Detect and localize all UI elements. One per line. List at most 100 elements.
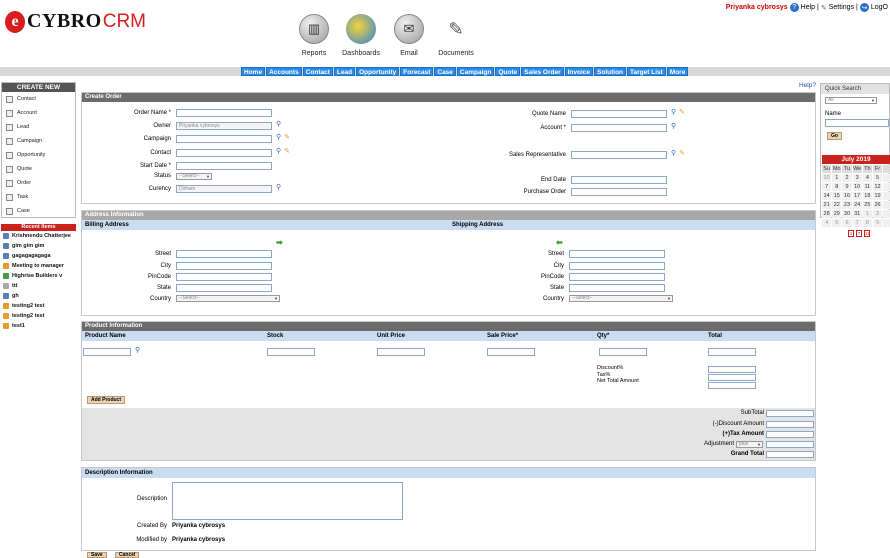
nav-forecast[interactable]: Forecast bbox=[400, 67, 434, 76]
calendar-nav-button[interactable]: 1 bbox=[848, 230, 854, 237]
sale-price-input[interactable] bbox=[487, 348, 535, 356]
stock-input[interactable] bbox=[267, 348, 315, 356]
create-case[interactable]: Case bbox=[2, 204, 75, 218]
calendar-day[interactable]: 12 bbox=[872, 183, 883, 191]
calendar-day[interactable]: 4 bbox=[862, 174, 872, 182]
settings-icon[interactable]: ✎ bbox=[821, 4, 827, 12]
shipping-city-input[interactable] bbox=[569, 262, 665, 270]
billing-country-select[interactable]: --Select-- bbox=[176, 295, 280, 302]
nav-invoice[interactable]: Invoice bbox=[564, 67, 594, 76]
adjustment-input[interactable] bbox=[766, 441, 814, 448]
recent-item[interactable]: test1 bbox=[1, 321, 76, 331]
calendar-day[interactable]: 17 bbox=[852, 192, 862, 200]
calendar-day[interactable]: 16 bbox=[842, 192, 852, 200]
search-icon[interactable]: ⚲ bbox=[671, 150, 678, 157]
nav-case[interactable]: Case bbox=[434, 67, 456, 76]
cancel-button[interactable]: Cancel bbox=[115, 552, 140, 558]
shipping-state-input[interactable] bbox=[569, 284, 665, 292]
sales-rep-input[interactable] bbox=[571, 151, 667, 159]
nav-accounts[interactable]: Accounts bbox=[266, 67, 302, 76]
nav-campaign[interactable]: Campaign bbox=[456, 67, 495, 76]
recent-item[interactable]: gagagagagaga bbox=[1, 251, 76, 261]
calendar-nav-button[interactable]: 7 bbox=[856, 230, 862, 237]
calendar-day[interactable]: 26 bbox=[872, 201, 883, 209]
calendar-day[interactable]: 8 bbox=[832, 183, 842, 191]
calendar-day[interactable]: 5 bbox=[832, 219, 842, 227]
subtotal-input[interactable] bbox=[766, 410, 814, 417]
calendar-day[interactable]: 21 bbox=[822, 201, 832, 209]
grand-total-input[interactable] bbox=[766, 451, 814, 458]
nav-opportunity[interactable]: Opportunity bbox=[356, 67, 400, 76]
start-date-input[interactable] bbox=[176, 162, 272, 170]
nav-more[interactable]: More bbox=[666, 67, 689, 76]
create-order[interactable]: Order bbox=[2, 176, 75, 190]
calendar-day[interactable]: 19 bbox=[872, 192, 883, 200]
help-link[interactable]: Help? bbox=[799, 82, 816, 89]
calendar-day[interactable]: 11 bbox=[862, 183, 872, 191]
calendar-day[interactable] bbox=[883, 219, 890, 227]
billing-pincode-input[interactable] bbox=[176, 273, 272, 281]
product-name-input[interactable] bbox=[83, 348, 131, 356]
create-campaign[interactable]: Campaign bbox=[2, 134, 75, 148]
calendar-day[interactable]: 9 bbox=[872, 219, 883, 227]
nav-solution[interactable]: Solution bbox=[594, 67, 627, 76]
shipping-pincode-input[interactable] bbox=[569, 273, 665, 281]
documents-button[interactable]: ✎ Documents bbox=[428, 14, 484, 58]
billing-street-input[interactable] bbox=[176, 250, 272, 258]
recent-item[interactable]: testing2 test bbox=[1, 311, 76, 321]
calendar-day[interactable]: 29 bbox=[832, 210, 842, 218]
net-total-input[interactable] bbox=[708, 382, 756, 389]
billing-city-input[interactable] bbox=[176, 262, 272, 270]
calendar-day[interactable]: 25 bbox=[862, 201, 872, 209]
nav-quote[interactable]: Quote bbox=[495, 67, 521, 76]
search-icon[interactable]: ⚲ bbox=[671, 109, 678, 116]
search-icon[interactable]: ⚲ bbox=[276, 148, 283, 155]
adjustment-select[interactable]: plus bbox=[736, 441, 763, 448]
calendar-day[interactable]: 30 bbox=[842, 210, 852, 218]
status-select[interactable]: --Select-- bbox=[176, 173, 212, 180]
campaign-input[interactable] bbox=[176, 135, 272, 143]
unit-price-input[interactable] bbox=[377, 348, 425, 356]
shipping-country-select[interactable]: --Select-- bbox=[569, 295, 673, 302]
tax-amount-input[interactable] bbox=[766, 431, 814, 438]
clear-icon[interactable]: ✎ bbox=[679, 150, 686, 157]
copy-right-arrow-icon[interactable]: ➡ bbox=[276, 238, 283, 247]
calendar-nav-button[interactable]: 11 bbox=[864, 230, 870, 237]
recent-item[interactable]: ttt bbox=[1, 281, 76, 291]
billing-state-input[interactable] bbox=[176, 284, 272, 292]
search-icon[interactable]: ⚲ bbox=[671, 123, 678, 130]
calendar-day[interactable] bbox=[883, 210, 890, 218]
recent-item[interactable]: Krishnendu Chatterjee bbox=[1, 231, 76, 241]
create-opportunity[interactable]: Opportunity bbox=[2, 148, 75, 162]
nav-sales-order[interactable]: Sales Order bbox=[521, 67, 564, 76]
add-product-button[interactable]: Add Product bbox=[87, 396, 125, 404]
purchase-order-input[interactable] bbox=[571, 188, 667, 196]
recent-item[interactable]: Highrise Builders v bbox=[1, 271, 76, 281]
save-button[interactable]: Save bbox=[87, 552, 107, 558]
end-date-input[interactable] bbox=[571, 176, 667, 184]
total-input[interactable] bbox=[708, 348, 756, 356]
tax-input[interactable] bbox=[708, 374, 756, 381]
calendar-day[interactable]: 5 bbox=[872, 174, 883, 182]
recent-item[interactable]: gh bbox=[1, 291, 76, 301]
help-icon[interactable]: ? bbox=[789, 3, 799, 12]
calendar-day[interactable]: 14 bbox=[822, 192, 832, 200]
quote-name-input[interactable] bbox=[571, 110, 667, 118]
calendar-day[interactable]: 10 bbox=[852, 183, 862, 191]
calendar-day[interactable] bbox=[883, 192, 890, 200]
calendar-day[interactable]: 31 bbox=[852, 210, 862, 218]
calendar-day[interactable] bbox=[883, 201, 890, 209]
quick-search-name-input[interactable] bbox=[825, 119, 889, 127]
recent-item[interactable]: testing2 test bbox=[1, 301, 76, 311]
settings-link[interactable]: Settings bbox=[829, 4, 854, 11]
calendar-day[interactable]: 8 bbox=[862, 219, 872, 227]
search-icon[interactable]: ⚲ bbox=[276, 121, 283, 128]
order-name-input[interactable] bbox=[176, 109, 272, 117]
calendar-day[interactable]: 18 bbox=[862, 192, 872, 200]
calendar-day[interactable]: 2 bbox=[842, 174, 852, 182]
calendar-day[interactable]: 7 bbox=[822, 183, 832, 191]
clear-icon[interactable]: ✎ bbox=[679, 109, 686, 116]
nav-home[interactable]: Home bbox=[241, 67, 266, 76]
recent-item[interactable]: gim gim gim bbox=[1, 241, 76, 251]
calendar-day[interactable]: 4 bbox=[822, 219, 832, 227]
